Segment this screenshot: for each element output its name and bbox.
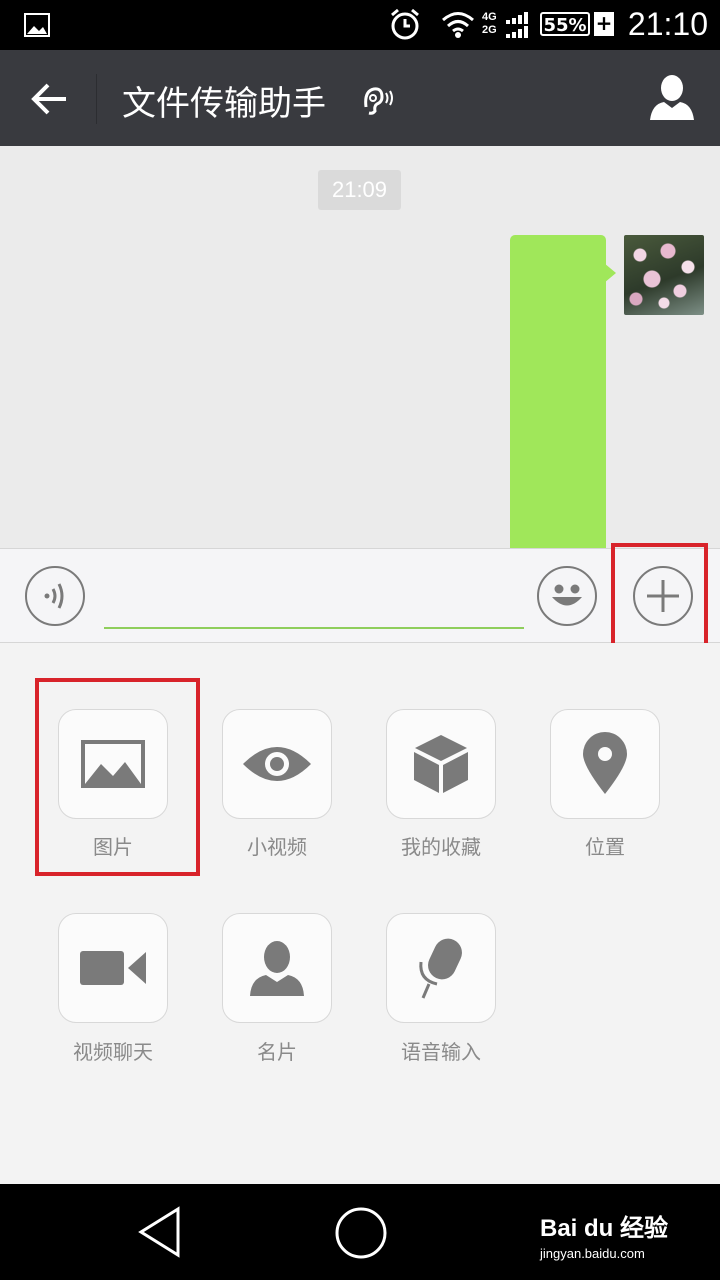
smiley-face-icon — [552, 584, 582, 606]
tile-label-contact-card: 名片 — [257, 1040, 297, 1064]
cube-icon — [414, 735, 468, 793]
watermark-brand: Bai du 经验 — [540, 1215, 669, 1242]
tile-short-video[interactable] — [222, 709, 332, 819]
gallery-notification-icon — [24, 13, 50, 37]
title-bar: 文件传输助手 — [0, 50, 720, 146]
alarm-clock-icon — [391, 8, 419, 40]
nav-back-triangle-icon[interactable] — [136, 1206, 182, 1258]
sent-message-bubble[interactable] — [510, 235, 606, 548]
tile-video-chat[interactable] — [58, 913, 168, 1023]
chat-area: 21:09 — [0, 146, 720, 548]
network-type-bottom: 2G — [482, 24, 497, 36]
tile-location[interactable] — [550, 709, 660, 819]
eye-icon — [243, 747, 311, 781]
message-timestamp: 21:09 — [318, 170, 401, 210]
tile-label-favorites: 我的收藏 — [401, 835, 481, 859]
nav-home-circle-icon[interactable] — [334, 1206, 388, 1260]
location-pin-icon — [583, 732, 627, 794]
back-arrow-icon[interactable] — [30, 82, 68, 116]
bubble-tail — [604, 263, 616, 283]
voice-wave-icon — [44, 583, 64, 609]
status-time: 21:10 — [627, 6, 708, 42]
tile-label-short-video: 小视频 — [247, 835, 307, 859]
tile-favorites[interactable] — [386, 709, 496, 819]
charging-icon: + — [594, 11, 614, 36]
network-type-top: 4G — [482, 11, 497, 23]
chat-info-person-icon[interactable] — [650, 74, 694, 120]
network-type: 4G 2G — [482, 11, 497, 37]
highlight-plus-button — [611, 543, 708, 649]
tile-voice-input[interactable] — [386, 913, 496, 1023]
tile-label-voice-input: 语音输入 — [401, 1040, 481, 1064]
emoji-button[interactable] — [537, 566, 597, 626]
avatar[interactable] — [624, 235, 704, 315]
highlight-image-tile — [35, 678, 200, 876]
status-bar: 4G 2G 55% + 21:10 — [0, 0, 720, 50]
title-divider — [96, 74, 97, 124]
wifi-icon — [442, 12, 474, 38]
watermark-url: jingyan.baidu.com — [540, 1246, 645, 1261]
signal-icon — [506, 12, 528, 38]
microphone-icon — [419, 938, 462, 999]
battery-indicator: 55% — [540, 12, 590, 36]
voice-mode-button[interactable] — [25, 566, 85, 626]
tile-contact-card[interactable] — [222, 913, 332, 1023]
video-camera-icon — [80, 951, 146, 985]
tile-label-video-chat: 视频聊天 — [73, 1040, 153, 1064]
contact-card-icon — [250, 941, 304, 996]
message-input[interactable] — [104, 593, 524, 629]
earpiece-mode-icon[interactable] — [360, 83, 394, 117]
tile-label-location: 位置 — [585, 835, 625, 859]
chat-title: 文件传输助手 — [122, 84, 326, 124]
